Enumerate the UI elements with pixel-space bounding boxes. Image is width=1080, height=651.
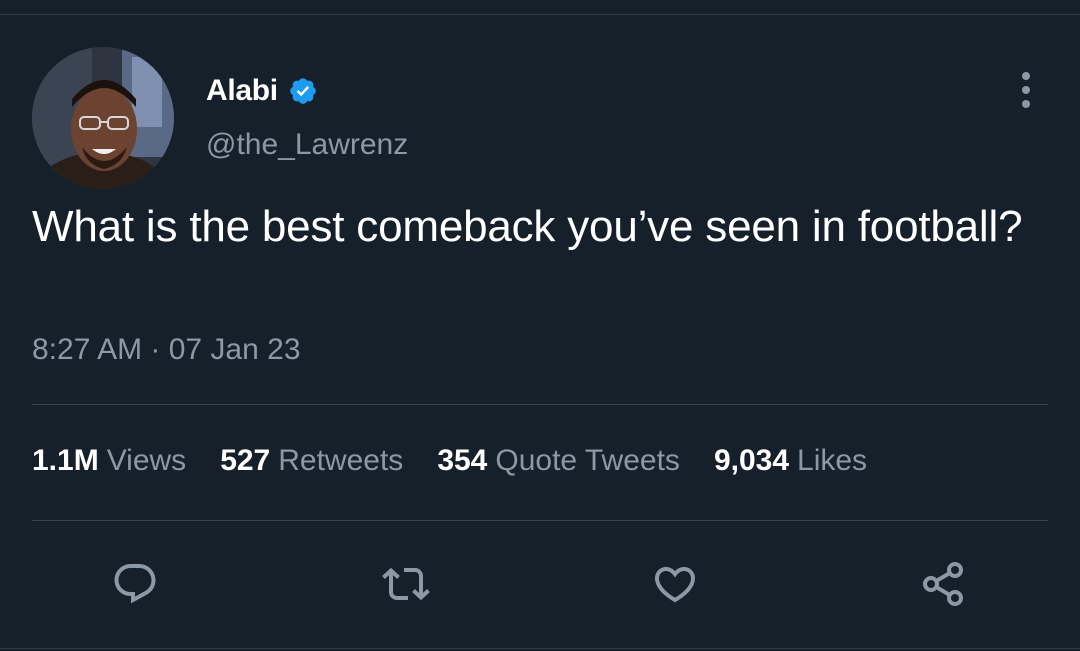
- likes-stat[interactable]: 9,034 Likes: [714, 444, 867, 478]
- action-bar: [0, 556, 1080, 616]
- likes-label: Likes: [797, 444, 868, 477]
- retweet-icon: [382, 567, 430, 601]
- tweet-detail-view: Alabi @the_Lawrenz What is the best come…: [0, 0, 1080, 651]
- reply-button[interactable]: [107, 556, 163, 612]
- like-button[interactable]: [647, 556, 703, 612]
- tweet-text: What is the best comeback you’ve seen in…: [32, 202, 1023, 251]
- author-name-row[interactable]: Alabi: [206, 74, 318, 108]
- tweet-stats: 1.1M Views 527 Retweets 354 Quote Tweets 9,…: [32, 444, 867, 478]
- bottom-divider: [0, 648, 1080, 649]
- heart-icon: [654, 567, 696, 603]
- divider: [32, 520, 1048, 521]
- quote-tweets-label: Quote Tweets: [495, 444, 680, 477]
- share-icon: [923, 562, 963, 606]
- views-stat[interactable]: 1.1M Views: [32, 444, 186, 478]
- retweet-button[interactable]: [378, 556, 434, 612]
- display-name[interactable]: Alabi: [206, 74, 278, 108]
- retweets-label: Retweets: [278, 444, 404, 477]
- views-count: 1.1M: [32, 444, 99, 477]
- divider: [32, 404, 1048, 405]
- more-dot: [1022, 86, 1030, 94]
- avatar[interactable]: [32, 47, 174, 189]
- reply-icon: [114, 564, 156, 604]
- more-dot: [1022, 100, 1030, 108]
- more-options-icon[interactable]: [1012, 72, 1040, 108]
- author-handle[interactable]: @the_Lawrenz: [206, 128, 408, 162]
- retweets-count: 527: [220, 444, 271, 477]
- retweets-stat[interactable]: 527 Retweets: [220, 444, 403, 478]
- verified-badge-icon: [290, 78, 316, 104]
- views-label: Views: [106, 444, 187, 477]
- tweet-timestamp[interactable]: 8:27 AM · 07 Jan 23: [32, 333, 301, 367]
- quote-tweets-count: 354: [437, 444, 488, 477]
- more-dot: [1022, 72, 1030, 80]
- quote-tweets-stat[interactable]: 354 Quote Tweets: [437, 444, 680, 478]
- share-button[interactable]: [915, 556, 971, 612]
- likes-count: 9,034: [713, 444, 790, 477]
- top-divider: [0, 14, 1080, 15]
